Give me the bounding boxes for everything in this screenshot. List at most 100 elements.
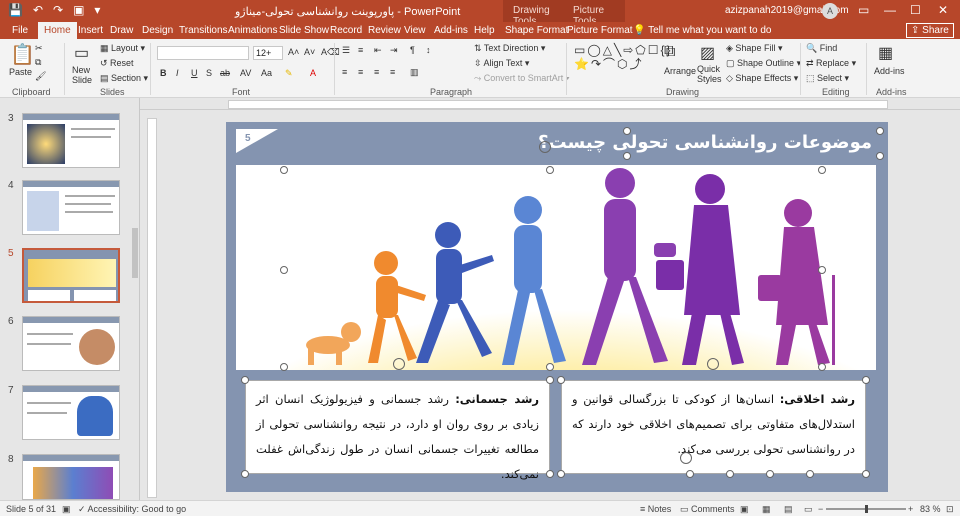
decrease-font-icon[interactable]: A˅	[304, 47, 315, 57]
character-spacing-icon[interactable]: AV	[240, 68, 251, 78]
underline-icon[interactable]: U	[191, 68, 198, 78]
shadow-icon[interactable]: S	[206, 68, 212, 78]
tab-home[interactable]: Home	[38, 22, 77, 39]
clear-formatting-icon[interactable]: A⌫	[321, 47, 340, 58]
resize-handle[interactable]	[546, 363, 554, 371]
tab-picture-format[interactable]: Picture Format	[567, 25, 633, 36]
resize-handle[interactable]	[876, 152, 884, 160]
resize-handle[interactable]	[557, 470, 565, 478]
resize-handle[interactable]	[241, 470, 249, 478]
text-direction-button[interactable]: ⇅ Text Direction ▾	[474, 43, 545, 54]
align-right-icon[interactable]: ≡	[374, 67, 379, 77]
reading-view-icon[interactable]: ▤	[784, 504, 793, 515]
redo-icon[interactable]: ↷	[53, 3, 63, 17]
resize-handle[interactable]	[862, 376, 870, 384]
zoom-level[interactable]: 83 %	[920, 504, 941, 514]
slide-thumbnail-5[interactable]	[22, 248, 120, 303]
resize-handle[interactable]	[686, 470, 694, 478]
tab-review[interactable]: Review	[368, 25, 401, 36]
save-icon[interactable]: 💾	[8, 3, 23, 17]
layout-button[interactable]: ▦ Layout ▾	[100, 43, 145, 54]
shape-fill-button[interactable]: ◈ Shape Fill ▾	[726, 43, 782, 54]
resize-handle[interactable]	[546, 376, 554, 384]
notes-button[interactable]: ≡ Notes	[640, 504, 671, 514]
font-name-field[interactable]	[157, 46, 249, 60]
quick-styles-icon[interactable]: ▨	[700, 43, 715, 63]
quick-styles-button[interactable]: Quick Styles	[697, 64, 722, 84]
ribbon-display-icon[interactable]: ▭	[858, 3, 869, 17]
resize-handle[interactable]	[818, 266, 826, 274]
resize-handle[interactable]	[546, 166, 554, 174]
italic-icon[interactable]: I	[176, 68, 179, 78]
reset-button[interactable]: ↺ Reset	[100, 58, 134, 69]
tab-transitions[interactable]: Transitions	[179, 25, 228, 36]
shape-effects-button[interactable]: ◇ Shape Effects ▾	[726, 73, 798, 84]
increase-font-icon[interactable]: A˄	[288, 47, 299, 57]
slide-sorter-icon[interactable]: ▦	[762, 504, 771, 515]
physical-development-textbox[interactable]: رشد جسمانی: رشد جسمانی و فیزیولوژیک انسا…	[245, 380, 550, 481]
start-from-beginning-icon[interactable]: ▣	[73, 3, 84, 17]
find-button[interactable]: 🔍 Find	[806, 43, 837, 54]
columns-icon[interactable]: ▥	[410, 67, 419, 78]
add-ins-button[interactable]: Add-ins	[874, 66, 905, 76]
accessibility-status[interactable]: ✓ Accessibility: Good to go	[78, 504, 186, 515]
bold-icon[interactable]: B	[160, 68, 167, 78]
add-ins-icon[interactable]: ▦	[878, 43, 893, 63]
slide-thumbnail-7[interactable]	[22, 385, 120, 440]
undo-icon[interactable]: ↶	[33, 3, 43, 17]
slide-thumbnail-4[interactable]	[22, 180, 120, 235]
rotate-handle-icon[interactable]	[393, 358, 405, 370]
font-color-icon[interactable]: A	[310, 68, 316, 78]
slide-canvas[interactable]: 5 موضوعات روانشناسی تحولی چیست؟ رشد اخلا…	[226, 122, 888, 492]
resize-handle[interactable]	[876, 127, 884, 135]
highlight-icon[interactable]: ✎	[285, 68, 293, 79]
avatar[interactable]: A	[822, 3, 838, 19]
resize-handle[interactable]	[280, 266, 288, 274]
bullets-icon[interactable]: ☰	[342, 45, 350, 56]
resize-handle[interactable]	[862, 470, 870, 478]
arrange-icon[interactable]: ⧉	[664, 43, 675, 61]
zoom-slider-thumb[interactable]	[865, 505, 868, 513]
fit-to-window-icon[interactable]: ⊡	[946, 504, 954, 515]
strikethrough-icon[interactable]: ab	[220, 68, 230, 78]
share-button[interactable]: ⇪ Share	[906, 23, 954, 38]
change-case-icon[interactable]: Aa	[261, 68, 272, 78]
format-painter-icon[interactable]: 🖌	[35, 71, 46, 82]
line-spacing-icon[interactable]: ↕	[426, 45, 431, 55]
tab-file[interactable]: File	[12, 25, 28, 36]
minimize-icon[interactable]: —	[884, 3, 896, 17]
new-slide-icon[interactable]: ▭	[74, 43, 89, 63]
convert-smartart-button[interactable]: ⤳ Convert to SmartArt ▾	[474, 73, 570, 84]
maximize-icon[interactable]: ☐	[910, 3, 921, 17]
tab-record[interactable]: Record	[330, 25, 362, 36]
tell-me-search[interactable]: 💡 Tell me what you want to do	[633, 25, 771, 36]
resize-handle[interactable]	[766, 470, 774, 478]
life-stages-image[interactable]	[236, 165, 876, 370]
resize-handle[interactable]	[818, 166, 826, 174]
customize-qat-icon[interactable]: ▾	[94, 3, 100, 17]
resize-handle[interactable]	[280, 166, 288, 174]
paste-icon[interactable]: 📋	[10, 42, 35, 67]
resize-handle[interactable]	[623, 127, 631, 135]
resize-handle[interactable]	[241, 376, 249, 384]
resize-handle[interactable]	[623, 152, 631, 160]
tab-animations[interactable]: Animations	[228, 25, 277, 36]
close-icon[interactable]: ✕	[938, 3, 948, 17]
thumbnail-scrollbar[interactable]	[132, 228, 138, 278]
shape-outline-button[interactable]: ▢ Shape Outline ▾	[726, 58, 801, 69]
resize-handle[interactable]	[818, 363, 826, 371]
normal-view-icon[interactable]: ▣	[740, 504, 749, 515]
justify-icon[interactable]: ≡	[390, 67, 395, 77]
slide-thumbnail-6[interactable]	[22, 316, 120, 371]
comments-button[interactable]: ▭ Comments	[680, 504, 735, 515]
zoom-in-icon[interactable]: +	[908, 504, 913, 514]
arrange-button[interactable]: Arrange	[664, 66, 696, 76]
slide-thumbnail-8[interactable]	[22, 454, 120, 500]
align-left-icon[interactable]: ≡	[342, 67, 347, 77]
numbering-icon[interactable]: ≡	[358, 45, 363, 55]
align-text-button[interactable]: ⇳ Align Text ▾	[474, 58, 529, 69]
tab-slide-show[interactable]: Slide Show	[279, 25, 329, 36]
tab-help[interactable]: Help	[474, 25, 495, 36]
zoom-out-icon[interactable]: −	[818, 504, 823, 514]
font-size-field[interactable]: 12+	[253, 46, 283, 60]
